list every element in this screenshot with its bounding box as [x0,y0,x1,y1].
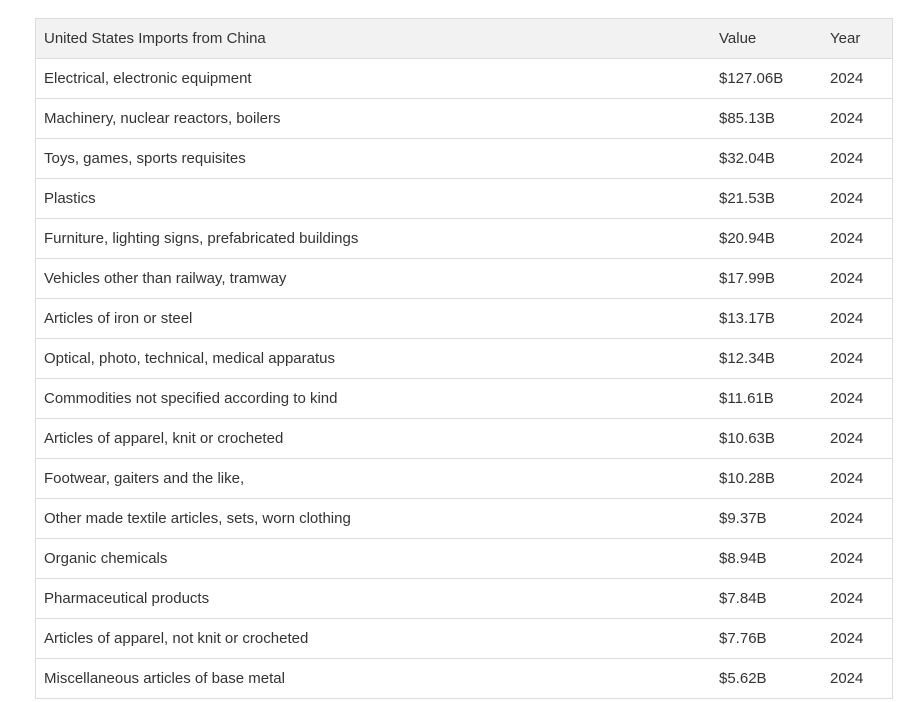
imports-table: United States Imports from China Value Y… [36,19,892,699]
table-row: Toys, games, sports requisites $32.04B 2… [36,138,892,179]
table-row: Furniture, lighting signs, prefabricated… [36,218,892,259]
category-cell: Vehicles other than railway, tramway [36,258,711,299]
table-row: Machinery, nuclear reactors, boilers $85… [36,98,892,139]
table-row: Footwear, gaiters and the like, $10.28B … [36,458,892,499]
value-cell: $7.76B [711,618,822,659]
table-header-row: United States Imports from China Value Y… [36,19,892,59]
category-cell: Footwear, gaiters and the like, [36,458,711,499]
category-cell: Plastics [36,178,711,219]
category-cell: Articles of apparel, not knit or crochet… [36,618,711,659]
table-row: Articles of iron or steel $13.17B 2024 [36,298,892,339]
value-cell: $5.62B [711,658,822,699]
column-header-category[interactable]: United States Imports from China [36,19,711,59]
category-cell: Electrical, electronic equipment [36,58,711,99]
value-cell: $9.37B [711,498,822,539]
table-row: Articles of apparel, knit or crocheted $… [36,418,892,459]
year-cell: 2024 [822,258,892,299]
category-cell: Miscellaneous articles of base metal [36,658,711,699]
year-cell: 2024 [822,458,892,499]
imports-table-container: United States Imports from China Value Y… [35,18,893,699]
year-cell: 2024 [822,218,892,259]
table-row: Other made textile articles, sets, worn … [36,498,892,539]
value-cell: $13.17B [711,298,822,339]
category-cell: Optical, photo, technical, medical appar… [36,338,711,379]
value-cell: $20.94B [711,218,822,259]
value-cell: $21.53B [711,178,822,219]
table-row: Pharmaceutical products $7.84B 2024 [36,578,892,619]
value-cell: $8.94B [711,538,822,579]
year-cell: 2024 [822,178,892,219]
category-cell: Furniture, lighting signs, prefabricated… [36,218,711,259]
year-cell: 2024 [822,538,892,579]
value-cell: $11.61B [711,378,822,419]
table-row: Organic chemicals $8.94B 2024 [36,538,892,579]
table-row: Articles of apparel, not knit or crochet… [36,618,892,659]
table-row: Optical, photo, technical, medical appar… [36,338,892,379]
table-row: Commodities not specified according to k… [36,378,892,419]
year-cell: 2024 [822,58,892,99]
year-cell: 2024 [822,658,892,699]
year-cell: 2024 [822,618,892,659]
value-cell: $12.34B [711,338,822,379]
table-body: Electrical, electronic equipment $127.06… [36,58,892,699]
value-cell: $10.63B [711,418,822,459]
year-cell: 2024 [822,98,892,139]
category-cell: Machinery, nuclear reactors, boilers [36,98,711,139]
year-cell: 2024 [822,498,892,539]
category-cell: Organic chemicals [36,538,711,579]
category-cell: Other made textile articles, sets, worn … [36,498,711,539]
value-cell: $85.13B [711,98,822,139]
table-row: Miscellaneous articles of base metal $5.… [36,658,892,699]
category-cell: Commodities not specified according to k… [36,378,711,419]
value-cell: $17.99B [711,258,822,299]
table-header: United States Imports from China Value Y… [36,19,892,59]
year-cell: 2024 [822,418,892,459]
table-row: Vehicles other than railway, tramway $17… [36,258,892,299]
year-cell: 2024 [822,138,892,179]
table-row: Electrical, electronic equipment $127.06… [36,58,892,99]
value-cell: $7.84B [711,578,822,619]
year-cell: 2024 [822,578,892,619]
category-cell: Articles of apparel, knit or crocheted [36,418,711,459]
category-cell: Articles of iron or steel [36,298,711,339]
column-header-year[interactable]: Year [822,19,892,59]
value-cell: $10.28B [711,458,822,499]
column-header-value[interactable]: Value [711,19,822,59]
value-cell: $32.04B [711,138,822,179]
category-cell: Toys, games, sports requisites [36,138,711,179]
year-cell: 2024 [822,378,892,419]
table-row: Plastics $21.53B 2024 [36,178,892,219]
year-cell: 2024 [822,338,892,379]
value-cell: $127.06B [711,58,822,99]
category-cell: Pharmaceutical products [36,578,711,619]
year-cell: 2024 [822,298,892,339]
